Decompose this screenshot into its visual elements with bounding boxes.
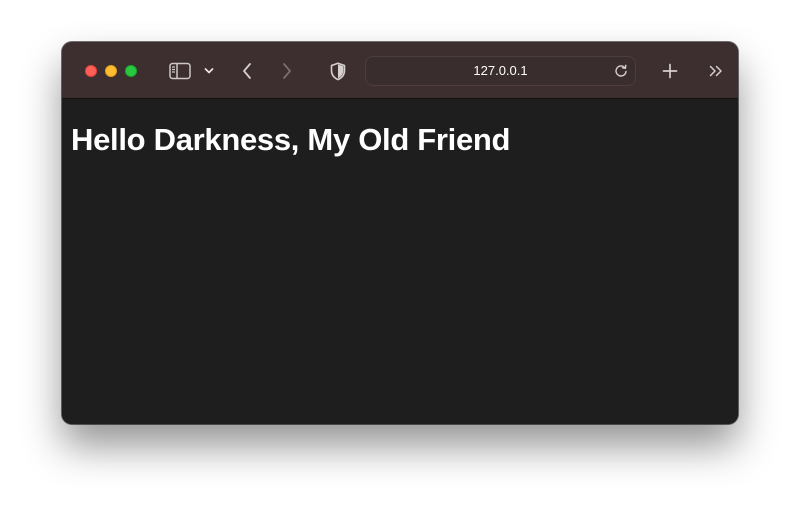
back-arrow-icon xyxy=(243,63,251,79)
more-toolbar-items-button[interactable] xyxy=(706,59,726,83)
double-chevron-right-icon xyxy=(709,65,722,77)
reload-icon xyxy=(615,64,627,77)
url-text: 127.0.0.1 xyxy=(473,63,528,78)
privacy-report-button[interactable] xyxy=(328,59,348,83)
browser-window: 127.0.0.1 Hello Darkness, My Old Friend xyxy=(62,42,738,424)
shield-icon xyxy=(330,61,346,80)
sidebar-menu-button[interactable] xyxy=(201,62,217,80)
new-tab-button[interactable] xyxy=(660,59,680,83)
close-window-button[interactable] xyxy=(85,65,97,77)
address-bar[interactable]: 127.0.0.1 xyxy=(365,56,636,86)
reload-button[interactable] xyxy=(613,63,629,79)
forward-button[interactable] xyxy=(278,59,296,83)
sidebar-icon xyxy=(169,62,191,80)
page-heading: Hello Darkness, My Old Friend xyxy=(71,122,511,157)
sidebar-toggle-button[interactable] xyxy=(168,60,192,82)
maximize-window-button[interactable] xyxy=(125,65,137,77)
minimize-window-button[interactable] xyxy=(105,65,117,77)
back-button[interactable] xyxy=(238,59,256,83)
page-content: Hello Darkness, My Old Friend xyxy=(62,99,738,424)
browser-toolbar: 127.0.0.1 xyxy=(62,42,738,99)
plus-icon xyxy=(662,63,678,79)
chevron-down-icon xyxy=(204,68,214,74)
forward-arrow-icon xyxy=(283,63,291,79)
